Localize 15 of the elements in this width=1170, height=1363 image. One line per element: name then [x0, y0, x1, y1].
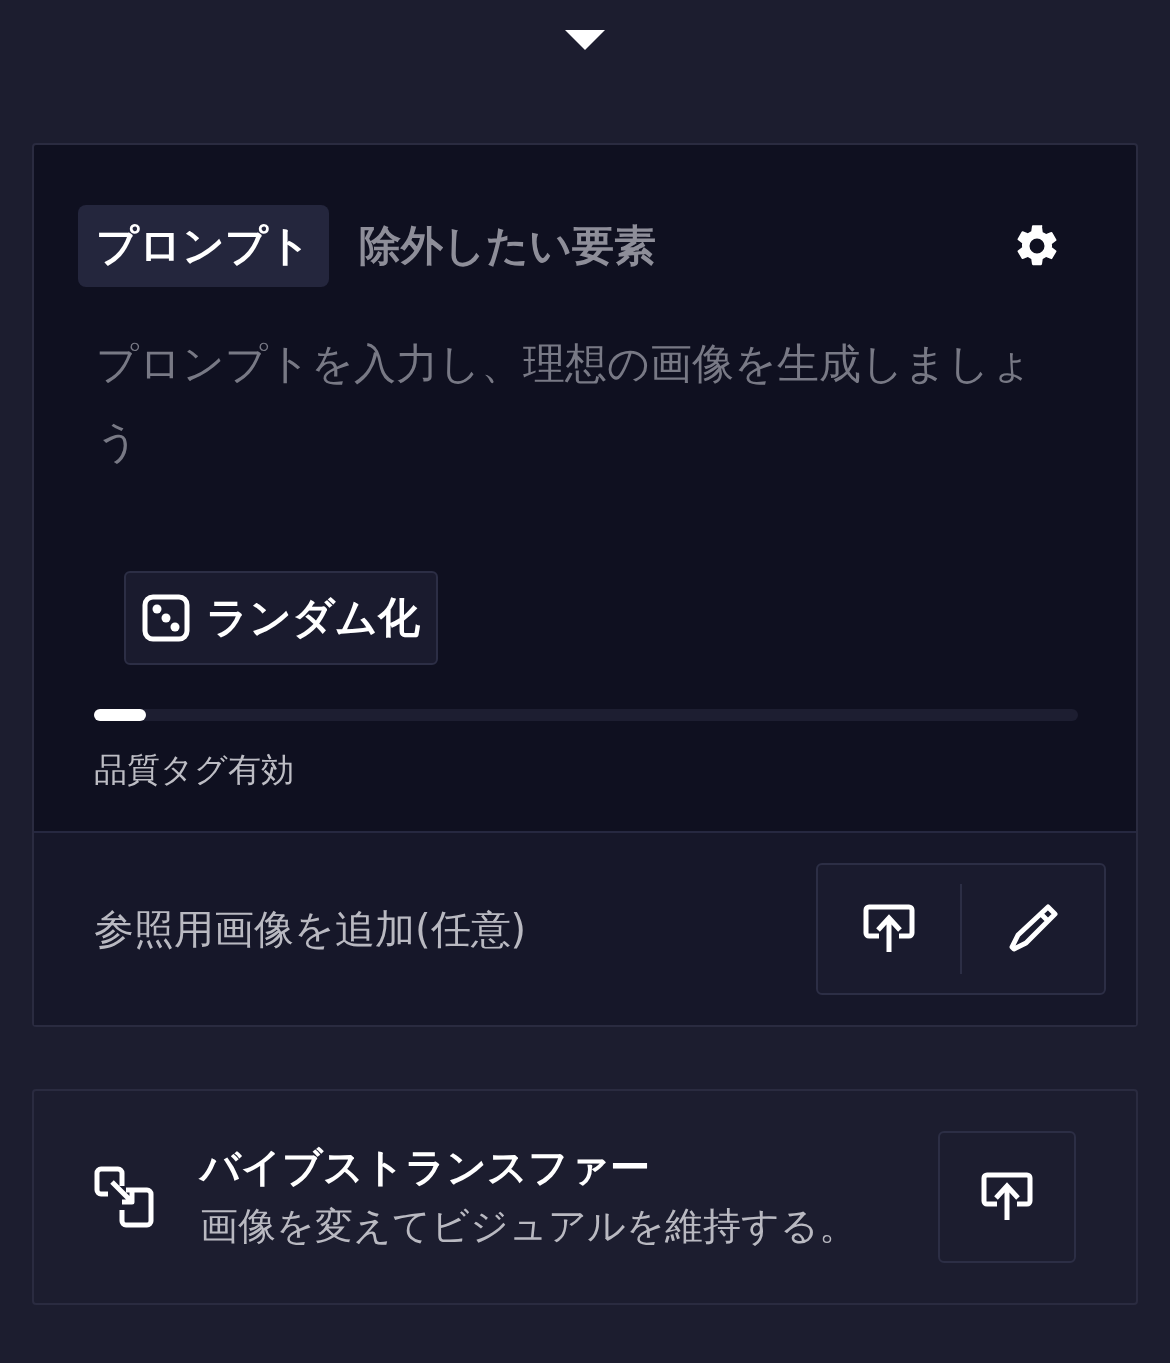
tab[interactable]: 除外したい要素 [341, 205, 674, 287]
upload-icon [981, 1172, 1033, 1222]
vibe-transfer-description: 画像を変えてビジュアルを維持する。 [200, 1203, 857, 1250]
prompt-field[interactable]: プロンプトを入力し、理想の画像を生成しましょう [96, 325, 1036, 495]
tab[interactable]: プロンプト [78, 205, 329, 287]
upload-button[interactable] [938, 1131, 1076, 1263]
quality-tag-label: 品質タグ有効 [94, 749, 295, 791]
dice-icon [142, 594, 190, 642]
brush-icon [1008, 904, 1058, 954]
swap-icon [94, 1166, 154, 1228]
caret-down-icon[interactable] [565, 28, 605, 52]
randomize-button[interactable]: ランダム化 [124, 571, 438, 665]
upload-icon [863, 904, 915, 954]
vibe-transfer-title: バイブストランスファー [200, 1143, 651, 1192]
reference-image-label: 参照用画像を追加(任意) [94, 905, 527, 954]
